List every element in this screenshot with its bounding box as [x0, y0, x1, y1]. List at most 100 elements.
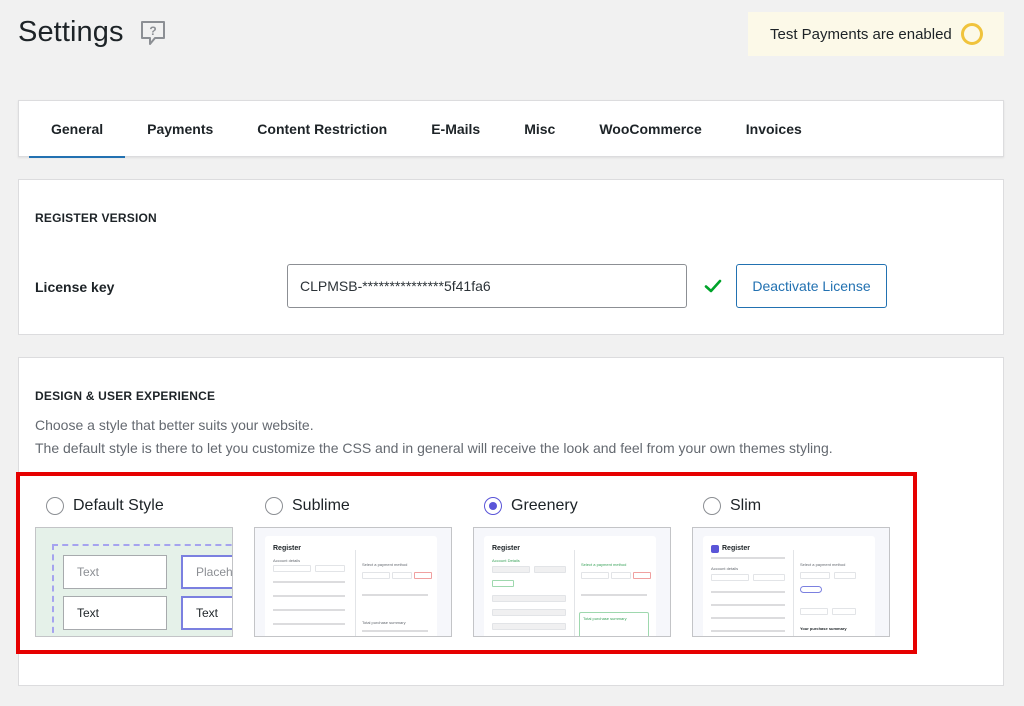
preview-line	[711, 604, 785, 606]
style-radio-row[interactable]: Greenery	[484, 495, 671, 517]
style-option-greenery[interactable]: Greenery Register Account Details Select…	[473, 495, 671, 637]
preview-input	[753, 574, 785, 581]
section-title-design: DESIGN & USER EXPERIENCE	[35, 389, 216, 403]
preview-line	[581, 594, 647, 596]
preview-summary: Your purchase summary	[800, 626, 847, 631]
preview-input	[492, 566, 530, 573]
preview-side-title: Select a payment method	[800, 562, 846, 567]
preview-field: Text	[181, 596, 232, 630]
tab-content-restriction[interactable]: Content Restriction	[235, 101, 409, 157]
test-payments-notice: Test Payments are enabled	[748, 12, 1004, 56]
slim-style-preview[interactable]: Register Account details Select a paymen…	[692, 527, 890, 637]
preview-input	[492, 623, 566, 630]
design-description-1: Choose a style that better suits your we…	[35, 417, 314, 433]
check-icon	[704, 279, 722, 293]
style-radio-greenery[interactable]	[484, 497, 502, 515]
design-description-2: The default style is there to let you cu…	[35, 440, 833, 456]
preview-pay-option	[834, 572, 856, 579]
preview-section: Account details	[273, 558, 301, 563]
preview-pay-option	[611, 572, 631, 579]
chat-question-icon[interactable]: ?	[138, 18, 168, 48]
preview-side-title: Select a payment method	[581, 562, 627, 567]
page-header: Settings ?	[18, 16, 168, 49]
preview-input	[832, 608, 856, 615]
notice-text: Test Payments are enabled	[770, 25, 952, 43]
preview-pay-option	[800, 586, 822, 593]
preview-input	[273, 565, 311, 572]
style-label-sublime: Sublime	[292, 497, 350, 514]
preview-form: Register Account details Select a paymen…	[703, 536, 875, 636]
preview-line	[273, 581, 345, 583]
preview-input	[492, 595, 566, 602]
status-ring-icon	[961, 23, 983, 45]
preview-line	[273, 609, 345, 611]
preview-summary: Total purchase summary	[362, 620, 406, 625]
tab-general[interactable]: General	[29, 101, 126, 158]
style-radio-row[interactable]: Default Style	[46, 495, 233, 517]
license-key-label: License key	[35, 279, 115, 295]
slim-logo-icon	[711, 545, 719, 553]
preview-line	[362, 594, 428, 596]
style-label-default: Default Style	[73, 497, 164, 514]
tab-emails[interactable]: E-Mails	[409, 101, 502, 157]
preview-input	[800, 608, 828, 615]
preview-field: Text	[63, 596, 167, 630]
section-title-register: REGISTER VERSION	[35, 211, 157, 225]
style-radio-row[interactable]: Slim	[703, 495, 890, 517]
style-option-sublime[interactable]: Sublime Register Account details Select …	[254, 495, 452, 637]
style-radio-row[interactable]: Sublime	[265, 495, 452, 517]
preview-input	[534, 566, 566, 573]
preview-side-panel: Select a payment method Your purchase su…	[793, 550, 871, 636]
preview-pay-option	[414, 572, 432, 579]
preview-line	[273, 623, 345, 625]
preview-heading: Register	[273, 545, 302, 552]
tab-payments[interactable]: Payments	[125, 101, 235, 157]
style-option-slim[interactable]: Slim Register Account details Select a p…	[692, 495, 890, 637]
preview-line	[711, 617, 785, 619]
style-label-greenery: Greenery	[511, 497, 578, 514]
preview-input	[711, 574, 749, 581]
preview-heading: Register	[722, 545, 751, 552]
sublime-style-preview[interactable]: Register Account details Select a paymen…	[254, 527, 452, 637]
preview-pay-option	[581, 572, 609, 579]
preview-field: Placeholder	[181, 555, 232, 589]
preview-line	[711, 591, 785, 593]
page-title: Settings	[18, 16, 124, 48]
default-style-preview[interactable]: Text Placeholder Text Text	[35, 527, 233, 637]
preview-pay-option	[800, 572, 830, 579]
design-ux-section: DESIGN & USER EXPERIENCE Choose a style …	[16, 357, 1004, 686]
register-version-section: REGISTER VERSION License key Deactivate …	[18, 179, 1004, 335]
preview-line	[711, 557, 785, 559]
preview-field: Text	[63, 555, 167, 589]
settings-tabs: General Payments Content Restriction E-M…	[18, 100, 1004, 158]
preview-side-panel: Select a payment method Total purchase s…	[355, 550, 433, 636]
deactivate-license-button[interactable]: Deactivate License	[736, 264, 887, 308]
license-key-input[interactable]	[287, 264, 687, 308]
preview-section: Account Details	[492, 558, 520, 563]
preview-heading: Register	[492, 545, 521, 552]
tab-invoices[interactable]: Invoices	[724, 101, 824, 157]
style-option-default[interactable]: Default Style Text Placeholder Text Text	[35, 495, 233, 637]
tab-woocommerce[interactable]: WooCommerce	[577, 101, 723, 157]
style-radio-sublime[interactable]	[265, 497, 283, 515]
preview-side-title: Select a payment method	[362, 562, 408, 567]
preview-line	[273, 595, 345, 597]
preview-side-panel: Select a payment method Total purchase s…	[574, 550, 652, 636]
preview-form: Register Account Details Select a paymen…	[484, 536, 656, 636]
preview-pay-option	[392, 572, 412, 579]
greenery-style-preview[interactable]: Register Account Details Select a paymen…	[473, 527, 671, 637]
style-label-slim: Slim	[730, 497, 762, 514]
preview-form: Register Account details Select a paymen…	[265, 536, 437, 636]
preview-summary: Total purchase summary	[583, 616, 627, 621]
tab-misc[interactable]: Misc	[502, 101, 577, 157]
svg-text:?: ?	[149, 24, 156, 38]
style-radio-default[interactable]	[46, 497, 64, 515]
preview-line	[711, 630, 785, 632]
preview-input	[315, 565, 345, 572]
style-radio-slim[interactable]	[703, 497, 721, 515]
preview-input	[492, 609, 566, 616]
preview-section: Account details	[711, 566, 739, 571]
preview-input	[492, 580, 514, 587]
preview-pay-option	[362, 572, 390, 579]
preview-line	[362, 630, 428, 632]
